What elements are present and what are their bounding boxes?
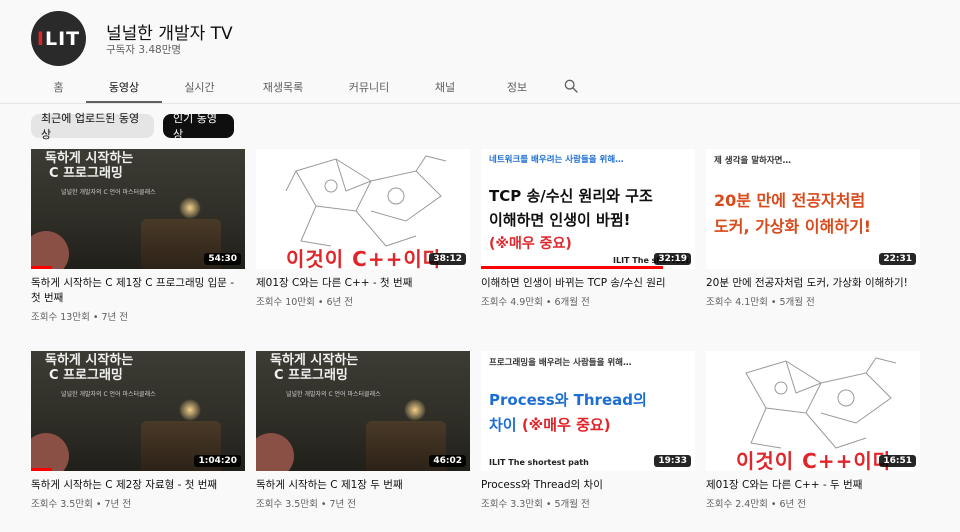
thumbnail-text: 차이 (※매우 중요) <box>489 414 611 435</box>
video-meta: 조회수 10만회 • 6년 전 <box>256 297 353 308</box>
thumbnail-text: 이것이 C++이다 <box>736 449 893 471</box>
thumbnail-text: TCP 송/수신 원리와 구조 <box>489 187 653 205</box>
thumbnail-brand: ILIT The shortest path <box>489 458 589 467</box>
robot-illustration-icon <box>745 357 897 449</box>
video-card[interactable]: 이것이 C++이다 16:51 제01장 C와는 다른 C++ - 두 번째 조… <box>706 351 920 510</box>
thumbnail-text: 이것이 C++이다 <box>286 247 443 269</box>
video-thumbnail[interactable]: 이것이 C++이다 38:12 <box>256 149 470 269</box>
video-thumbnail[interactable]: 독하게 시작하는 C 프로그래밍 널널한 개발자의 C 언어 마스터클래스 54… <box>31 149 245 269</box>
thumbnail-person <box>31 433 69 471</box>
video-duration: 32:19 <box>654 253 691 265</box>
video-card[interactable]: 제 생각을 말하자면… 20분 만에 전공자처럼 도커, 가상화 이해하기! 2… <box>706 149 920 308</box>
channel-name: 널널한 개발자 TV <box>106 24 233 44</box>
thumbnail-text: 20분 만에 전공자처럼 <box>714 191 866 210</box>
video-title[interactable]: 독하게 시작하는 C 제1장 두 번째 <box>256 478 470 493</box>
tab-playlists[interactable]: 재생목록 <box>237 70 329 103</box>
thumbnail-text: Process와 Thread의 <box>489 391 647 409</box>
video-title[interactable]: Process와 Thread의 차이 <box>481 478 695 493</box>
thumbnail-text: C 프로그래밍 <box>49 166 123 181</box>
tab-home[interactable]: 홈 <box>31 70 86 103</box>
search-icon[interactable] <box>563 78 579 94</box>
video-duration: 38:12 <box>429 253 466 265</box>
video-duration: 22:31 <box>879 253 916 265</box>
thumbnail-subtext: 네트워크를 배우려는 사람들을 위해… <box>489 155 624 165</box>
tab-channels[interactable]: 채널 <box>409 70 481 103</box>
thumbnail-lamp <box>404 399 426 421</box>
thumbnail-text: 독하게 시작하는 <box>45 151 134 166</box>
channel-logo: ILIT <box>37 28 80 50</box>
video-card[interactable]: 독하게 시작하는 C 프로그래밍 널널한 개발자의 C 언어 마스터클래스 46… <box>256 351 470 510</box>
video-thumbnail[interactable]: 프로그래밍을 배우려는 사람들을 위해… Process와 Thread의 차이… <box>481 351 695 471</box>
video-card[interactable]: 이것이 C++이다 38:12 제01장 C와는 다른 C++ - 첫 번째 조… <box>256 149 470 308</box>
video-title[interactable]: 독하게 시작하는 C 제1장 C 프로그래밍 입문 - 첫 번째 <box>31 276 245 306</box>
watch-progress-bar <box>31 266 53 269</box>
video-title[interactable]: 이해하면 인생이 바뀌는 TCP 송/수신 원리 <box>481 276 695 291</box>
thumbnail-text: (※매우 중요) <box>489 236 572 252</box>
thumbnail-subtext: 널널한 개발자의 C 언어 마스터클래스 <box>61 189 156 196</box>
thumbnail-subtext: 프로그래밍을 배우려는 사람들을 위해… <box>489 358 632 368</box>
video-card[interactable]: 프로그래밍을 배우려는 사람들을 위해… Process와 Thread의 차이… <box>481 351 695 510</box>
video-duration: 54:30 <box>204 253 241 265</box>
header-divider <box>0 103 960 104</box>
robot-illustration-icon <box>285 155 447 247</box>
thumbnail-lamp <box>179 197 201 219</box>
video-title[interactable]: 20분 만에 전공자처럼 도커, 가상화 이해하기! <box>706 276 920 291</box>
video-duration: 1:04:20 <box>194 455 241 467</box>
video-meta: 조회수 4.9만회 • 6개월 전 <box>481 297 590 308</box>
video-meta: 조회수 13만회 • 7년 전 <box>31 312 128 323</box>
video-thumbnail[interactable]: 독하게 시작하는 C 프로그래밍 널널한 개발자의 C 언어 마스터클래스 1:… <box>31 351 245 471</box>
video-thumbnail[interactable]: 독하게 시작하는 C 프로그래밍 널널한 개발자의 C 언어 마스터클래스 46… <box>256 351 470 471</box>
subscriber-count: 구독자 3.48만명 <box>106 44 182 56</box>
thumbnail-subtext: 제 생각을 말하자면… <box>714 156 791 166</box>
thumbnail-text-part: 차이 <box>489 416 522 434</box>
video-duration: 46:02 <box>429 455 466 467</box>
channel-header: ILIT 널널한 개발자 TV 구독자 3.48만명 홈 동영상 실시간 재생목… <box>0 0 960 103</box>
logo-letters: LIT <box>44 27 81 50</box>
video-meta: 조회수 3.3만회 • 5개월 전 <box>481 499 590 510</box>
watch-progress-bar <box>31 468 53 471</box>
watch-progress-bar <box>481 266 663 269</box>
thumbnail-subtext: 널널한 개발자의 C 언어 마스터클래스 <box>286 391 381 398</box>
thumbnail-subtext: 널널한 개발자의 C 언어 마스터클래스 <box>61 391 156 398</box>
thumbnail-text: C 프로그래밍 <box>274 368 348 383</box>
thumbnail-text: 독하게 시작하는 <box>270 353 359 368</box>
chip-popular[interactable]: 인기 동영상 <box>163 112 234 141</box>
video-duration: 19:33 <box>654 455 691 467</box>
video-card[interactable]: 네트워크를 배우려는 사람들을 위해… TCP 송/수신 원리와 구조 이해하면… <box>481 149 695 308</box>
video-thumbnail[interactable]: 이것이 C++이다 16:51 <box>706 351 920 471</box>
thumbnail-text: 도커, 가상화 이해하기! <box>714 217 871 236</box>
video-thumbnail[interactable]: 네트워크를 배우려는 사람들을 위해… TCP 송/수신 원리와 구조 이해하면… <box>481 149 695 269</box>
video-title[interactable]: 독하게 시작하는 C 제2장 자료형 - 첫 번째 <box>31 478 245 493</box>
thumbnail-text-part: (※매우 중요) <box>521 416 611 434</box>
tab-about[interactable]: 정보 <box>481 70 553 103</box>
thumbnail-text: 이해하면 인생이 바뀜! <box>489 211 631 229</box>
channel-avatar[interactable]: ILIT <box>31 11 86 66</box>
tab-community[interactable]: 커뮤니티 <box>329 70 409 103</box>
tab-live[interactable]: 실시간 <box>162 70 237 103</box>
thumbnail-text: C 프로그래밍 <box>49 368 123 383</box>
video-duration: 16:51 <box>879 455 916 467</box>
video-title[interactable]: 제01장 C와는 다른 C++ - 첫 번째 <box>256 276 470 291</box>
video-card[interactable]: 독하게 시작하는 C 프로그래밍 널널한 개발자의 C 언어 마스터클래스 1:… <box>31 351 245 510</box>
video-meta: 조회수 4.1만회 • 5개월 전 <box>706 297 815 308</box>
thumbnail-person <box>256 433 294 471</box>
tab-videos[interactable]: 동영상 <box>86 70 162 103</box>
thumbnail-lamp <box>179 399 201 421</box>
video-title[interactable]: 제01장 C와는 다른 C++ - 두 번째 <box>706 478 920 493</box>
video-card[interactable]: 독하게 시작하는 C 프로그래밍 널널한 개발자의 C 언어 마스터클래스 54… <box>31 149 245 323</box>
video-meta: 조회수 3.5만회 • 7년 전 <box>31 499 132 510</box>
channel-tabs: 홈 동영상 실시간 재생목록 커뮤니티 채널 정보 <box>31 70 553 103</box>
thumbnail-text: 독하게 시작하는 <box>45 353 134 368</box>
logo-letter: I <box>36 27 45 50</box>
chip-recently-uploaded[interactable]: 최근에 업로드된 동영상 <box>31 112 154 141</box>
video-meta: 조회수 3.5만회 • 7년 전 <box>256 499 357 510</box>
thumbnail-person <box>31 231 69 269</box>
video-thumbnail[interactable]: 제 생각을 말하자면… 20분 만에 전공자처럼 도커, 가상화 이해하기! 2… <box>706 149 920 269</box>
video-meta: 조회수 2.4만회 • 6년 전 <box>706 499 807 510</box>
